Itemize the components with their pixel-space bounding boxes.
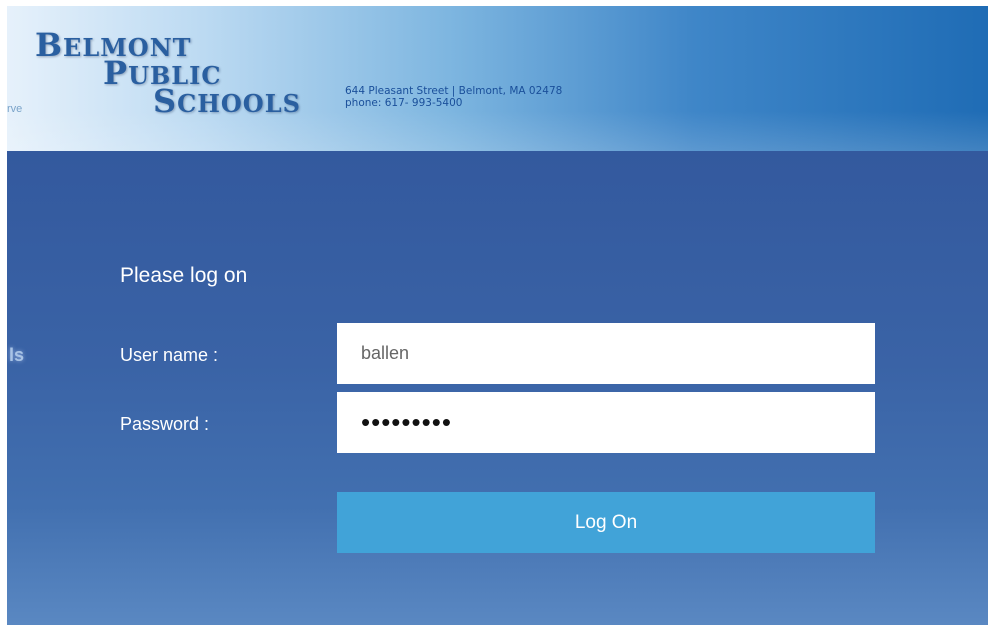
password-label: Password : bbox=[120, 414, 210, 434]
username-input[interactable] bbox=[337, 323, 875, 384]
logo-line-schools: SCHOOLS bbox=[153, 82, 301, 120]
phone-text: phone: 617- 993-5400 bbox=[345, 97, 463, 109]
password-input[interactable] bbox=[337, 392, 875, 453]
side-edge-text: ls bbox=[9, 345, 25, 365]
school-logo: BELMONT PUBLIC SCHOOLS bbox=[35, 24, 315, 134]
site-header: rve BELMONT PUBLIC SCHOOLS 644 Pleasant … bbox=[7, 6, 988, 151]
username-label: User name : bbox=[120, 345, 219, 365]
header-edge-text: rve bbox=[7, 103, 23, 115]
login-panel bbox=[7, 151, 988, 625]
page-frame: rve BELMONT PUBLIC SCHOOLS 644 Pleasant … bbox=[7, 6, 988, 625]
address-text: 644 Pleasant Street | Belmont, MA 02478 bbox=[345, 85, 563, 97]
log-on-button[interactable]: Log On bbox=[337, 492, 875, 553]
login-title: Please log on bbox=[120, 264, 248, 287]
contact-info: 644 Pleasant Street | Belmont, MA 02478 … bbox=[345, 85, 562, 109]
